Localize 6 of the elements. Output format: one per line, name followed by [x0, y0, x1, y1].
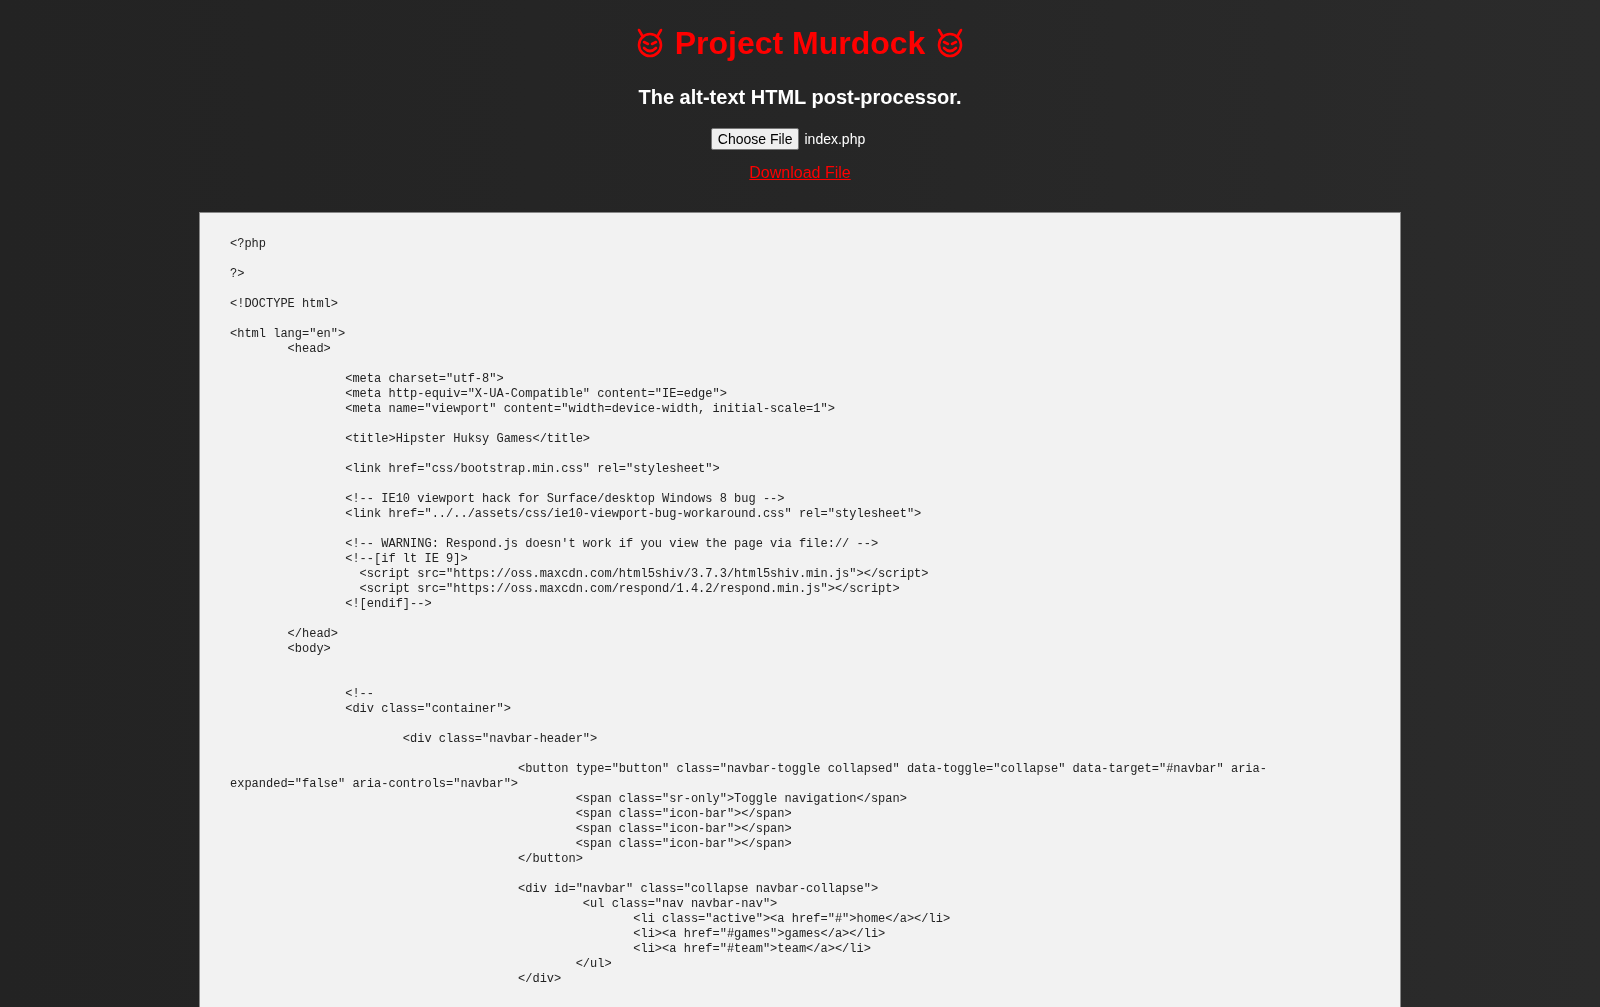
download-link[interactable]: Download File — [749, 164, 851, 182]
choose-file-button[interactable]: Choose File — [710, 128, 800, 150]
source-code: <?php ?> <!DOCTYPE html> <html lang="en"> <head> <meta charset="utf-8"> <meta http-equiv="X-UA-Compatible" content="IE=edge"> <meta name="viewport" content="width=device-width, initial-scale=1"> <title>Hipster Huksy Games</title> <link href="css/bootstrap.min.css" rel="stylesheet"> <!-- IE10 viewport hack for Surface/desktop Windows 8 bug --> <link href="../../assets/css/ie10-viewport-bug-workaround.css" rel="stylesheet"> <!-- WARNING: Respond.js doesn't work if you view the page via file:// --> <!--[if lt IE 9]> <script src="https://oss.maxcdn.com/html5shiv/3.7.3/html5shiv.min.js"></script> <script src="https://oss.maxcdn.com/respond/1.4.2/respond.min.js"></script> <![endif]--> </head> <body> <!-- <div class="container"> <div class="navbar-header"> <button type="button" class="navbar-toggle collapsed" data-toggle="collapse" data-target="#navbar" aria-expanded="false" aria-controls="navbar"> <span class="sr-only">Toggle navigation</span> <span class="icon-bar"></span> <span class="icon-bar"></span> <span class="icon-bar"></span> </button> <div id="navbar" class="collapse navbar-collapse"> <ul class="nav navbar-nav"> <li class="active"><a href="#">home</a></li> <li><a href="#games">games</a></li> <li><a href="#team">team</a></li> </ul> </div> — [230, 237, 1268, 987]
tagline: The alt-text HTML post-processor. — [638, 86, 962, 109]
app-title: Project Murdock — [674, 24, 926, 62]
file-name: index.php — [804, 131, 866, 147]
